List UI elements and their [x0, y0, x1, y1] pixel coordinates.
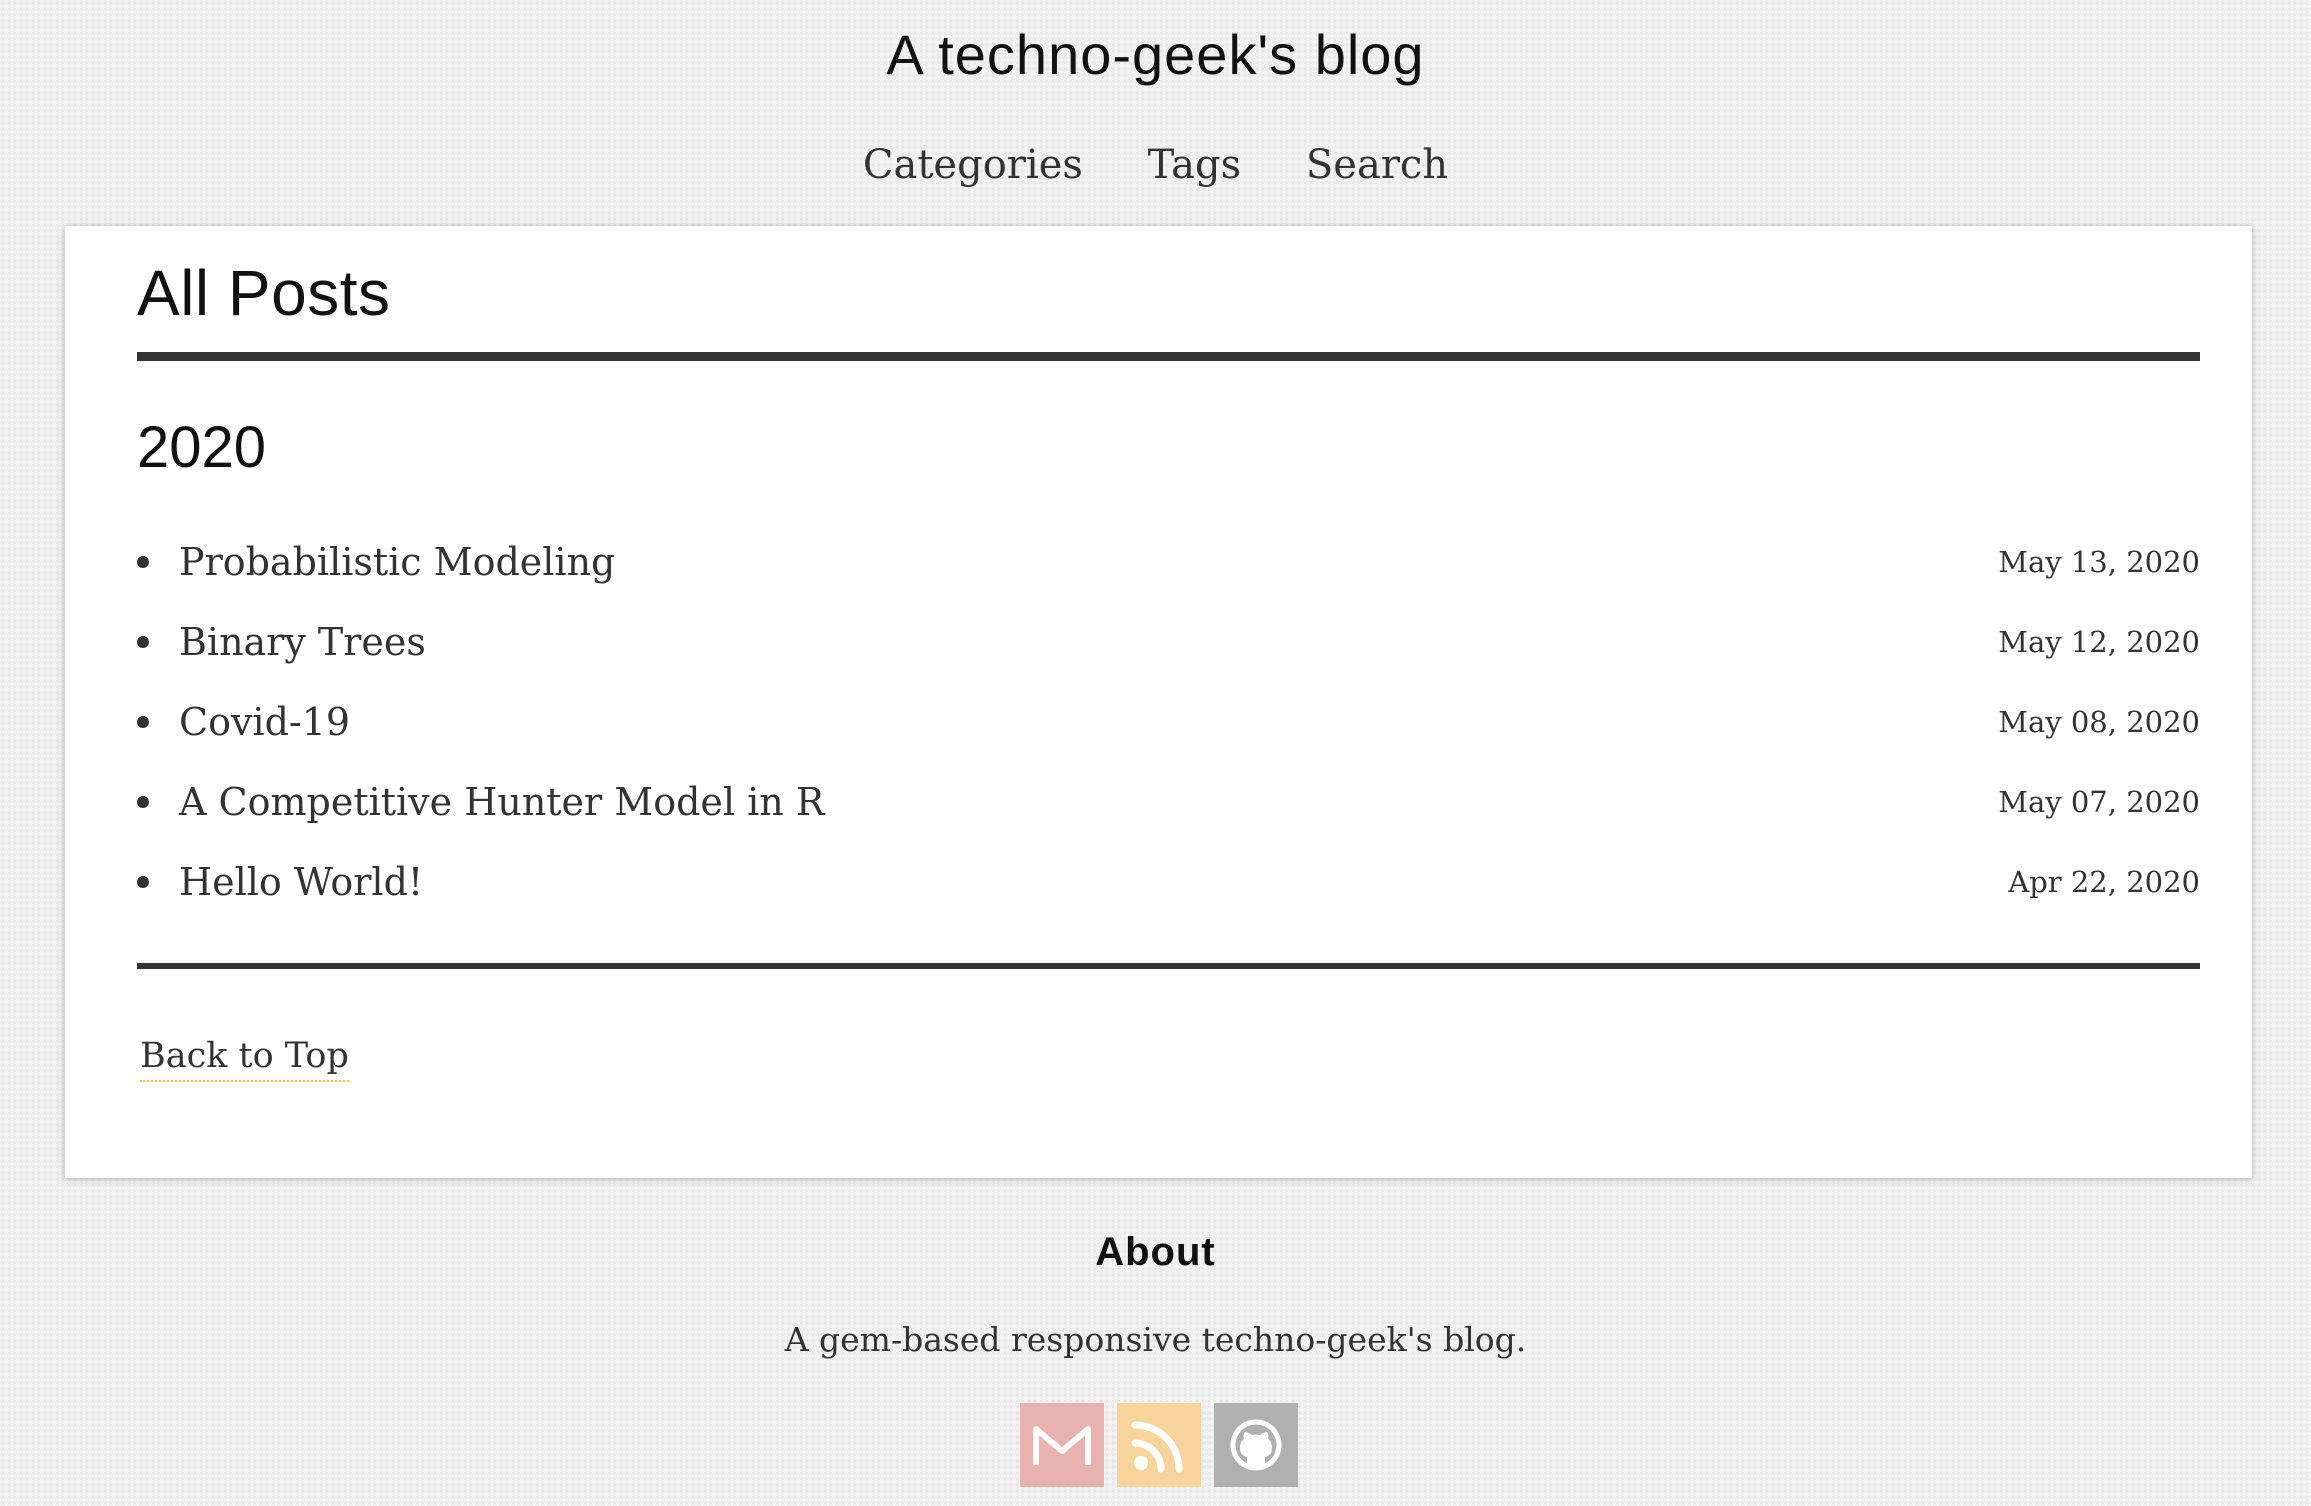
nav-link-tags[interactable]: Tags — [1148, 142, 1242, 188]
title-divider — [137, 352, 2200, 361]
mail-icon[interactable] — [1020, 1403, 1104, 1487]
list-item: Covid-19 May 08, 2020 — [137, 682, 2200, 762]
list-item: A Competitive Hunter Model in R May 07, … — [137, 762, 2200, 842]
post-link[interactable]: Binary Trees — [179, 620, 426, 664]
posts-card: All Posts 2020 Probabilistic Modeling Ma… — [65, 226, 2252, 1178]
year-heading: 2020 — [137, 415, 267, 480]
social-links — [1020, 1403, 1298, 1487]
page-title: All Posts — [137, 257, 391, 329]
nav-link-search[interactable]: Search — [1306, 142, 1448, 188]
list-item: Probabilistic Modeling May 13, 2020 — [137, 522, 2200, 602]
post-date: Apr 22, 2020 — [2008, 865, 2200, 899]
post-date: May 13, 2020 — [1998, 545, 2200, 579]
site-title[interactable]: A techno-geek's blog — [0, 22, 2311, 87]
github-icon[interactable] — [1214, 1403, 1298, 1487]
post-link[interactable]: Probabilistic Modeling — [179, 540, 615, 584]
post-link[interactable]: Hello World! — [179, 860, 423, 904]
post-date: May 08, 2020 — [1998, 705, 2200, 739]
list-divider — [137, 963, 2200, 969]
about-heading: About — [1095, 1230, 1216, 1274]
main-nav: Categories Tags Search — [0, 142, 2311, 188]
list-item: Binary Trees May 12, 2020 — [137, 602, 2200, 682]
post-date: May 07, 2020 — [1998, 785, 2200, 819]
post-date: May 12, 2020 — [1998, 625, 2200, 659]
nav-link-categories[interactable]: Categories — [863, 142, 1083, 188]
about-text: A gem-based responsive techno-geek's blo… — [784, 1320, 1527, 1359]
rss-icon[interactable] — [1117, 1403, 1201, 1487]
post-list: Probabilistic Modeling May 13, 2020 Bina… — [137, 522, 2200, 922]
list-item: Hello World! Apr 22, 2020 — [137, 842, 2200, 922]
back-to-top-link[interactable]: Back to Top — [140, 1036, 349, 1082]
post-link[interactable]: A Competitive Hunter Model in R — [179, 780, 824, 824]
post-link[interactable]: Covid-19 — [179, 700, 350, 744]
